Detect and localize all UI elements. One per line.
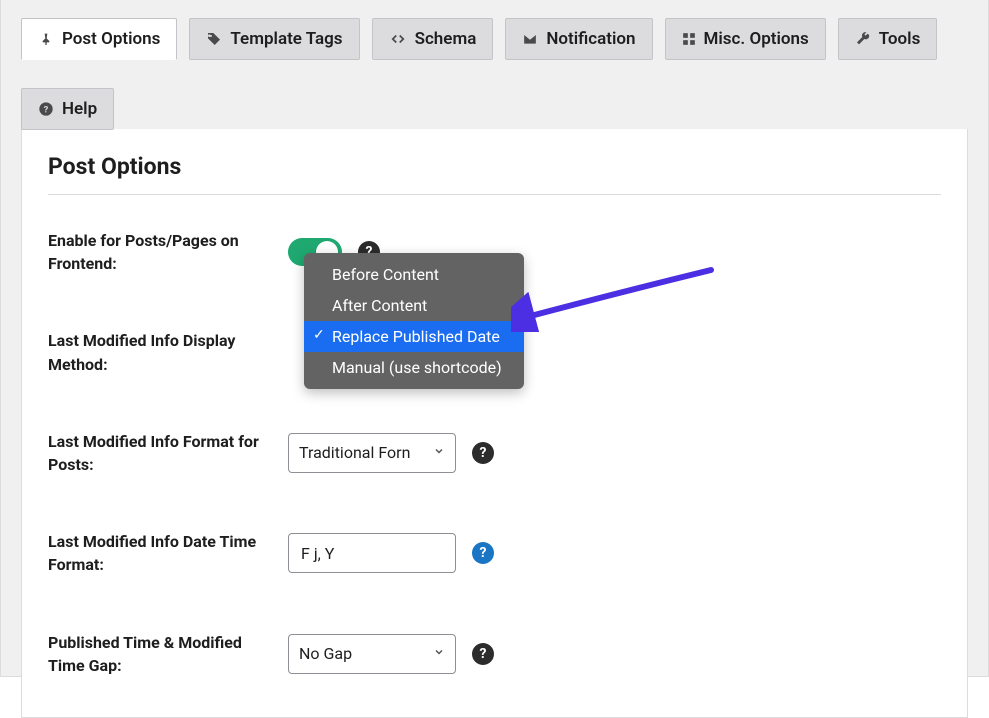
row-format: Last Modified Info Format for Posts: Tra… (48, 430, 941, 476)
tab-misc-options[interactable]: Misc. Options (665, 18, 826, 60)
grid-icon (682, 32, 696, 46)
gap-select[interactable]: No Gap (288, 634, 456, 674)
tab-label: Template Tags (230, 29, 342, 49)
wrench-icon (855, 31, 871, 47)
tab-label: Notification (546, 29, 635, 49)
divider (48, 194, 941, 195)
pin-icon (38, 31, 54, 47)
enable-label: Enable for Posts/Pages on Frontend: (48, 229, 288, 275)
svg-text:?: ? (44, 104, 49, 115)
help-icon[interactable]: ? (472, 542, 494, 564)
dropdown-item-before[interactable]: Before Content (304, 259, 524, 290)
row-gap: Published Time & Modified Time Gap: No G… (48, 631, 941, 677)
dropdown-item-after[interactable]: After Content (304, 290, 524, 321)
dropdown-item-manual[interactable]: Manual (use shortcode) (304, 352, 524, 383)
chevron-down-icon (433, 646, 445, 662)
row-datetime: Last Modified Info Date Time Format: F j… (48, 530, 941, 576)
datetime-input[interactable]: F j, Y (288, 533, 456, 573)
tab-tools[interactable]: Tools (838, 18, 938, 60)
dropdown-item-replace[interactable]: Replace Published Date (304, 321, 524, 352)
page-title: Post Options (48, 153, 941, 180)
format-value: Traditional Forn (299, 443, 410, 462)
display-method-dropdown[interactable]: Before Content After Content Replace Pub… (304, 253, 524, 389)
annotation-arrow (511, 262, 721, 332)
help-icon[interactable]: ? (472, 643, 494, 665)
tab-help[interactable]: ? Help (21, 88, 114, 130)
code-icon (389, 32, 407, 46)
tab-schema[interactable]: Schema (372, 18, 494, 60)
tab-post-options[interactable]: Post Options (21, 18, 177, 60)
tag-icon (206, 31, 222, 47)
tab-label: Schema (415, 29, 477, 49)
format-select[interactable]: Traditional Forn (288, 433, 456, 473)
tab-template-tags[interactable]: Template Tags (189, 18, 359, 60)
help-icon[interactable]: ? (472, 442, 494, 464)
datetime-label: Last Modified Info Date Time Format: (48, 530, 288, 576)
tab-label: Misc. Options (704, 29, 809, 49)
mail-icon (522, 32, 538, 46)
panel: Post Options Enable for Posts/Pages on F… (21, 129, 968, 718)
tab-label: Tools (879, 29, 921, 49)
gap-value: No Gap (299, 644, 352, 663)
tab-bar: Post Options Template Tags Schema Notifi… (21, 0, 968, 60)
tab-label: Help (62, 99, 97, 119)
tab-label: Post Options (62, 29, 160, 49)
display-method-label: Last Modified Info Display Method: (48, 329, 288, 375)
chevron-down-icon (433, 445, 445, 461)
tab-notification[interactable]: Notification (505, 18, 652, 60)
settings-pane: Post Options Template Tags Schema Notifi… (0, 0, 989, 677)
tab-bar-second-row: ? Help (21, 70, 968, 130)
format-label: Last Modified Info Format for Posts: (48, 430, 288, 476)
gap-label: Published Time & Modified Time Gap: (48, 631, 288, 677)
datetime-value: F j, Y (301, 544, 334, 563)
help-icon: ? (38, 101, 54, 117)
